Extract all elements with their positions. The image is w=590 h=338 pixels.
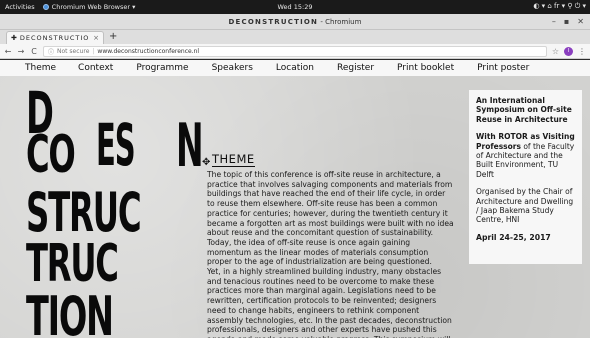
nav-programme[interactable]: Programme	[136, 63, 188, 73]
window-title-site: DECONSTRUCTION	[228, 17, 319, 26]
bookmark-star-icon[interactable]: ☆	[552, 47, 559, 56]
forward-arrow-icon[interactable]: →	[17, 47, 25, 56]
maximize-icon[interactable]: ▪	[564, 17, 569, 26]
hero-letters-tion: TION	[26, 285, 114, 338]
security-label: Not secure	[57, 47, 90, 55]
page-content: D CO ES STRUC TRUC TION N ✥ THEME The to…	[0, 76, 590, 338]
theme-paragraph-2: Yet, in a highly streamlined building in…	[207, 267, 452, 338]
close-window-icon[interactable]: ✕	[577, 17, 584, 26]
app-menu[interactable]: Chromium Web Browser ▾	[42, 3, 136, 11]
system-status-icons[interactable]: ◐ ▾ ⌂ fr ▾ ⚲ ⏻ ▾	[533, 2, 586, 11]
toolbar: ← → C ⓘ Not secure | www.deconstructionc…	[0, 44, 590, 59]
reload-icon[interactable]: C	[30, 47, 38, 56]
minimize-icon[interactable]: –	[552, 17, 556, 26]
site-nav: Theme Context Programme Speakers Locatio…	[0, 60, 590, 76]
tab-title: DECONSTRUCTIO	[19, 34, 90, 42]
back-arrow-icon[interactable]: ←	[4, 47, 12, 56]
info-box: An International Symposium on Off-site R…	[469, 90, 582, 264]
window-title-app: - Chromium	[318, 17, 362, 26]
browser-tab[interactable]: ✚ DECONSTRUCTIO ×	[6, 31, 104, 44]
url-text[interactable]: www.deconstructionconference.nl	[97, 48, 199, 55]
address-bar[interactable]: ⓘ Not secure | www.deconstructionconfere…	[43, 45, 547, 57]
nav-theme[interactable]: Theme	[25, 63, 56, 73]
hero-letters-struc: STRUC	[26, 181, 142, 244]
window-title-bar: DECONSTRUCTION - Chromium – ▪ ✕	[0, 14, 590, 30]
url-separator: |	[92, 47, 95, 55]
theme-paragraph-1: The topic of this conference is off-site…	[207, 170, 454, 267]
browser-menu-icon[interactable]: ⋮	[578, 47, 586, 56]
new-tab-button[interactable]: +	[109, 31, 117, 43]
favicon-icon: ✚	[11, 34, 17, 42]
theme-body: The topic of this conference is off-site…	[207, 170, 455, 338]
nav-print-poster[interactable]: Print poster	[477, 63, 529, 73]
web-page: Theme Context Programme Speakers Locatio…	[0, 60, 590, 338]
hero-letter-n: N	[176, 111, 204, 181]
visiting-professors: With ROTOR as Visiting Professors of the…	[476, 132, 575, 179]
window-title: DECONSTRUCTION - Chromium	[229, 18, 362, 26]
profile-avatar[interactable]: I	[564, 46, 573, 56]
activities-button[interactable]: Activities	[5, 3, 35, 11]
move-cursor-icon: ✥	[202, 157, 211, 168]
chromium-icon	[42, 4, 49, 10]
tab-strip: ✚ DECONSTRUCTIO × +	[0, 30, 590, 44]
os-top-bar: Activities Chromium Web Browser ▾ Wed 15…	[0, 0, 590, 14]
info-icon[interactable]: ⓘ	[48, 47, 54, 56]
hero-letters-co: CO	[26, 125, 76, 185]
symposium-title: An International Symposium on Off-site R…	[476, 96, 572, 124]
app-menu-label: Chromium Web Browser ▾	[51, 3, 136, 11]
nav-print-booklet[interactable]: Print booklet	[397, 63, 454, 73]
nav-location[interactable]: Location	[276, 63, 314, 73]
organised-by: Organised by the Chair of Architecture a…	[476, 187, 574, 225]
hero-letters-truc: TRUC	[26, 234, 119, 294]
hero-letters-es: ES	[96, 111, 136, 179]
tab-close-icon[interactable]: ×	[93, 34, 99, 42]
theme-heading: THEME	[212, 152, 255, 167]
nav-register[interactable]: Register	[337, 63, 374, 73]
nav-speakers[interactable]: Speakers	[212, 63, 253, 73]
nav-context[interactable]: Context	[78, 63, 113, 73]
event-date: April 24-25, 2017	[476, 232, 551, 242]
